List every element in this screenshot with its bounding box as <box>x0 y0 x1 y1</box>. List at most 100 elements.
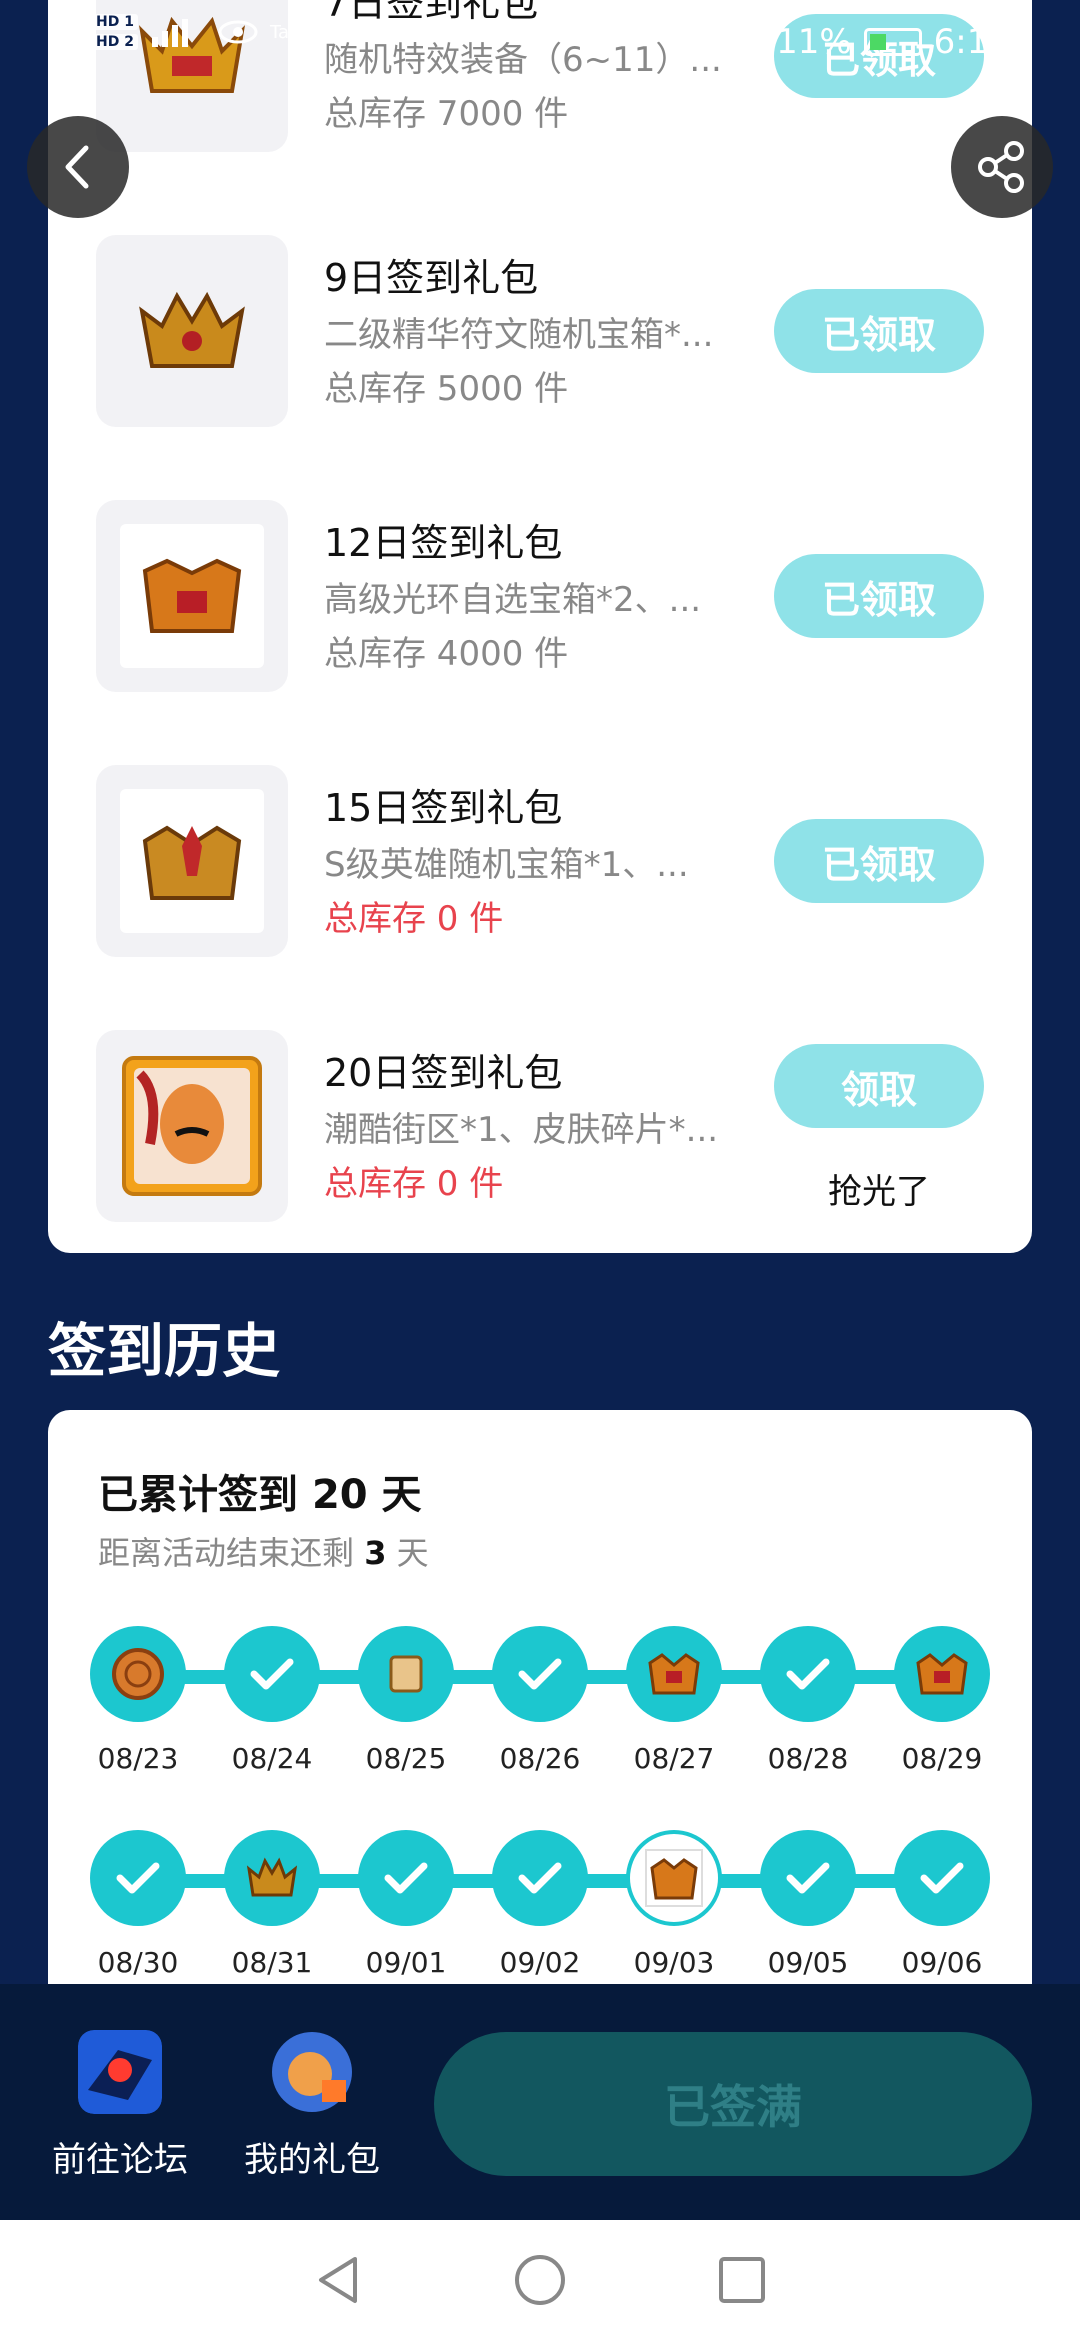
claimed-button[interactable]: 已领取 <box>774 819 984 903</box>
remaining-count: 3 <box>364 1534 387 1572</box>
day-date: 09/02 <box>499 1946 581 1979</box>
gift-thumbnail <box>96 500 288 692</box>
system-nav-bar <box>0 2220 1080 2340</box>
nav-recents-icon[interactable] <box>717 2255 767 2305</box>
gift-stock: 总库存 0 件 <box>324 899 504 939</box>
scroll-icon <box>389 1655 423 1693</box>
gift-title: 12日签到礼包 <box>324 521 563 565</box>
remaining-days: 距离活动结束还剩 3 天 <box>98 1528 429 1574</box>
forum-label: 前往论坛 <box>52 2140 188 2180</box>
check-icon <box>384 1862 428 1894</box>
remaining-suffix: 天 <box>386 1534 429 1572</box>
check-icon <box>116 1862 160 1894</box>
remaining-prefix: 距离活动结束还剩 <box>98 1534 365 1572</box>
my-gifts-label: 我的礼包 <box>244 2140 380 2180</box>
day-date: 08/23 <box>97 1742 179 1775</box>
check-icon <box>250 1658 294 1690</box>
box-icon <box>645 1849 703 1907</box>
treasure-chest-icon <box>142 558 242 633</box>
day-circle <box>224 1830 320 1926</box>
forum-link[interactable]: 前往论坛 <box>30 2030 210 2181</box>
day-date: 08/30 <box>97 1946 179 1979</box>
gift-description: 二级精华符文随机宝箱*... <box>324 315 714 355</box>
cumulative-suffix: 天 <box>367 1472 422 1518</box>
chest-icon <box>916 1653 968 1695</box>
gift-description: 高级光环自选宝箱*2、... <box>324 580 702 620</box>
day-node: 08/31 <box>224 1830 320 1979</box>
share-button[interactable] <box>951 116 1053 218</box>
claimed-button[interactable]: 已领取 <box>774 289 984 373</box>
gift-stock: 总库存 0 件 <box>324 1164 504 1204</box>
day-date: 08/28 <box>767 1742 849 1775</box>
gift-row: 12日签到礼包 高级光环自选宝箱*2、... 总库存 4000 件 已领取 <box>48 500 1032 692</box>
gift-avatar-icon <box>272 2032 352 2112</box>
gift-stock: 总库存 5000 件 <box>324 369 569 409</box>
cumulative-prefix: 已累计签到 <box>98 1472 312 1518</box>
day-node: 09/03 <box>626 1830 722 1979</box>
bottom-action-bar: 前往论坛 我的礼包 已签满 <box>0 1984 1080 2220</box>
day-circle <box>224 1626 320 1722</box>
gift-description: S级英雄随机宝箱*1、... <box>324 845 689 885</box>
check-icon <box>786 1862 830 1894</box>
hero-chest-icon <box>142 825 242 900</box>
day-node: 08/24 <box>224 1626 320 1775</box>
cumulative-count: 20 <box>311 1472 368 1518</box>
forum-app-icon <box>78 2030 162 2114</box>
day-date: 08/25 <box>365 1742 447 1775</box>
gift-stock: 总库存 7000 件 <box>324 94 569 134</box>
my-gifts-link[interactable]: 我的礼包 <box>222 2030 402 2181</box>
gift-title: 15日签到礼包 <box>324 786 563 830</box>
hd1-badge: HD 1 <box>92 14 138 30</box>
day-circle <box>90 1626 186 1722</box>
day-circle <box>626 1830 722 1926</box>
share-icon <box>978 141 1024 193</box>
day-date: 08/31 <box>231 1946 313 1979</box>
hd2-badge: HD 2 <box>92 34 138 50</box>
day-node: 08/29 <box>894 1626 990 1775</box>
tap-label: Tap <box>269 21 301 43</box>
day-node: 09/02 <box>492 1830 588 1979</box>
signed-full-button[interactable]: 已签满 <box>434 2032 1032 2176</box>
day-circle <box>894 1626 990 1722</box>
day-node: 08/30 <box>90 1830 186 1979</box>
alarm-icon <box>735 30 761 56</box>
day-node: 08/23 <box>90 1626 186 1775</box>
chest-icon <box>648 1653 700 1695</box>
gift-stock: 总库存 4000 件 <box>324 634 569 674</box>
clock: 6:11 <box>933 22 1010 62</box>
gift-thumbnail <box>96 765 288 957</box>
back-button[interactable] <box>27 116 129 218</box>
day-date: 09/01 <box>365 1946 447 1979</box>
day-date: 09/06 <box>901 1946 983 1979</box>
nav-home-icon[interactable] <box>513 2253 567 2307</box>
day-circle <box>760 1830 856 1926</box>
day-date: 08/26 <box>499 1742 581 1775</box>
gift-row: 9日签到礼包 二级精华符文随机宝箱*... 总库存 5000 件 已领取 <box>48 235 1032 427</box>
gift-thumbnail-inner <box>120 524 264 668</box>
claim-button[interactable]: 领取 <box>774 1044 984 1128</box>
day-date: 08/24 <box>231 1742 313 1775</box>
gift-row: 15日签到礼包 S级英雄随机宝箱*1、... 总库存 0 件 已领取 <box>48 765 1032 957</box>
check-icon <box>786 1658 830 1690</box>
helmet-icon <box>246 1857 298 1897</box>
nav-back-icon[interactable] <box>313 2253 363 2307</box>
check-icon <box>920 1862 964 1894</box>
battery-percent: 11% <box>776 22 852 62</box>
golden-crown-icon <box>139 291 245 368</box>
day-node: 09/05 <box>760 1830 856 1979</box>
day-date: 08/29 <box>901 1742 983 1775</box>
sold-out-label: 抢光了 <box>828 1172 930 1212</box>
day-circle <box>90 1830 186 1926</box>
gift-thumbnail <box>96 235 288 427</box>
battery-icon <box>863 28 922 56</box>
day-circle <box>492 1830 588 1926</box>
day-node: 08/28 <box>760 1626 856 1775</box>
day-node: 08/27 <box>626 1626 722 1775</box>
claimed-button[interactable]: 已领取 <box>774 554 984 638</box>
day-date: 09/05 <box>767 1946 849 1979</box>
gift-row: 20日签到礼包 潮酷街区*1、皮肤碎片*... 总库存 0 件 领取 抢光了 <box>48 1030 1032 1222</box>
day-node: 09/06 <box>894 1830 990 1979</box>
coin-icon <box>112 1648 164 1700</box>
status-bar: HD 1 HD 2 Tap 11% 6:11 <box>0 0 1080 84</box>
gift-thumbnail <box>96 1030 288 1222</box>
